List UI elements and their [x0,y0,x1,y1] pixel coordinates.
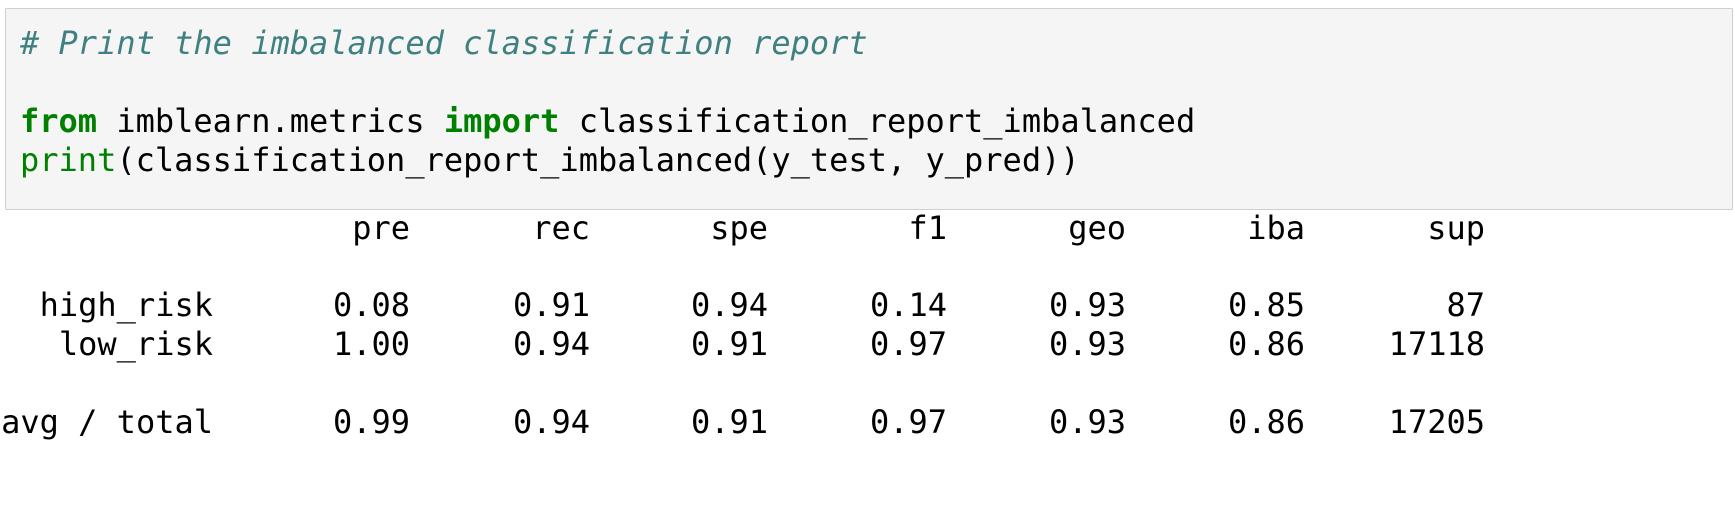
header-pre: pre [352,209,410,247]
code-cell[interactable]: # Print the imbalanced classification re… [5,8,1733,210]
cell-spe: 0.91 [690,325,768,363]
cell-f1: 0.14 [869,286,947,324]
cell-sup: 17118 [1388,325,1485,363]
header-f1: f1 [908,209,947,247]
cell-iba: 0.86 [1227,325,1305,363]
builtin-print: print [20,141,117,179]
header-sup: sup [1427,209,1485,247]
cell-rec: 0.94 [512,403,590,441]
cell-rec: 0.91 [512,286,590,324]
cell-iba: 0.86 [1227,403,1305,441]
code-import-line: from imblearn.metrics import classificat… [20,101,1195,141]
code-print-line: print(classification_report_imbalanced(y… [20,140,1080,180]
cell-sup: 87 [1446,286,1485,324]
header-geo: geo [1068,209,1126,247]
cell-spe: 0.91 [690,403,768,441]
print-arguments: (classification_report_imbalanced(y_test… [116,141,1080,179]
cell-output: pre rec spe f1 geo iba sup high_risk 0.0… [0,209,1735,518]
cell-rec: 0.94 [512,325,590,363]
header-rec: rec [532,209,590,247]
cell-geo: 0.93 [1048,403,1126,441]
cell-pre: 0.08 [332,286,410,324]
cell-iba: 0.85 [1227,286,1305,324]
cell-sup: 17205 [1388,403,1485,441]
keyword-from: from [20,102,98,140]
cell-pre: 0.99 [332,403,410,441]
cell-f1: 0.97 [869,325,947,363]
row-label: avg / total [1,403,213,441]
keyword-import: import [443,102,560,140]
cell-geo: 0.93 [1048,286,1126,324]
imported-function: classification_report_imbalanced [559,102,1196,140]
cell-f1: 0.97 [869,403,947,441]
header-iba: iba [1247,209,1305,247]
row-label: low_risk [58,325,213,363]
code-comment: # Print the imbalanced classification re… [20,24,868,62]
cell-geo: 0.93 [1048,325,1126,363]
row-label: high_risk [39,286,213,324]
cell-spe: 0.94 [690,286,768,324]
module-name: imblearn.metrics [97,102,444,140]
header-spe: spe [710,209,768,247]
cell-pre: 1.00 [332,325,410,363]
